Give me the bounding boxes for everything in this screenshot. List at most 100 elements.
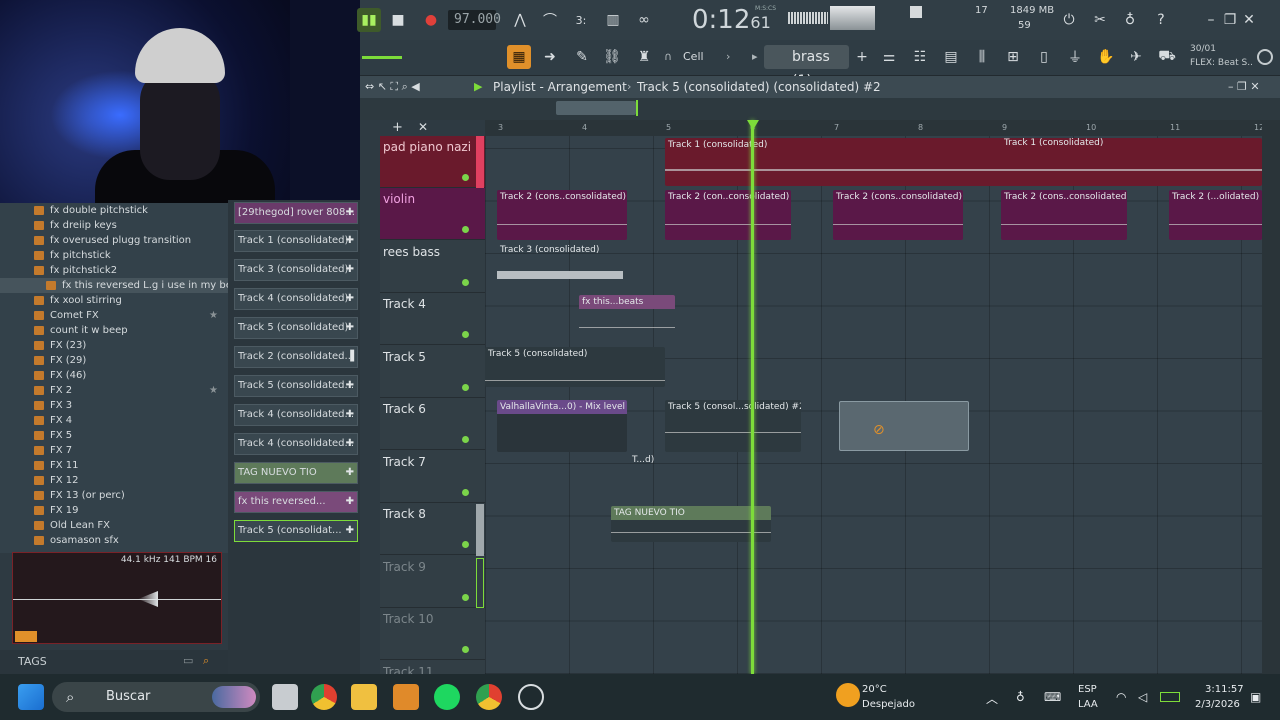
next-icon[interactable]: ➜ (538, 45, 562, 69)
browser-icon[interactable]: ⊞ (1001, 45, 1025, 69)
track-header[interactable]: Track 8 (380, 503, 485, 555)
track-enable-led[interactable] (462, 384, 469, 391)
brush-icon[interactable]: ✎ (570, 45, 594, 69)
keyboard-icon[interactable]: ⌨ (1044, 690, 1061, 704)
waveform-preview[interactable]: 44.1 kHz 141 BPM 16 (12, 552, 222, 644)
loop-record-icon[interactable]: ∞ (632, 8, 656, 32)
track-header[interactable]: rees bass (380, 241, 485, 293)
audio-clip[interactable]: Track 1 (consolidated) (665, 138, 1262, 186)
track-enable-led[interactable] (462, 594, 469, 601)
selection-box[interactable] (839, 401, 969, 451)
pattern-item[interactable]: Track 5 (consolidated... ✚ (234, 375, 358, 397)
audio-clip[interactable]: Track 2 (cons..consolidated) (1001, 190, 1127, 240)
flex-icon[interactable] (1257, 49, 1273, 65)
metronome-icon[interactable]: ⋀ (508, 8, 532, 32)
list-item[interactable]: FX 19 (0, 503, 228, 518)
snap-select[interactable]: Cell (683, 50, 704, 63)
add-icon[interactable]: ✚ (346, 289, 354, 309)
playlist-icon[interactable]: ▤ (939, 45, 963, 69)
preview-play-icon[interactable] (15, 631, 37, 642)
audio-clip[interactable]: Track 2 (...olidated) (1169, 190, 1262, 240)
track-header[interactable]: Track 5 (380, 346, 485, 398)
pattern-item[interactable]: Track 4 (consolidated... ✚ (234, 404, 358, 426)
language-secondary[interactable]: LAA (1078, 699, 1098, 710)
list-item[interactable]: FX 11 (0, 458, 228, 473)
track-header[interactable]: violin (380, 188, 485, 240)
pattern-item[interactable]: Track 3 (consolidated) ✚ (234, 259, 358, 281)
audio-clip[interactable]: TAG NUEVO TIO (611, 506, 771, 542)
list-item[interactable]: FX (46) (0, 368, 228, 383)
add-icon[interactable]: ✚ (346, 463, 354, 483)
battery-icon[interactable] (1160, 692, 1180, 702)
track-enable-led[interactable] (462, 174, 469, 181)
list-item[interactable]: Old Lean FX (0, 518, 228, 533)
playlist-view-icon[interactable]: ▦ (507, 45, 531, 69)
weather-icon[interactable] (836, 683, 860, 707)
chevron-up-icon[interactable]: ︿ (986, 690, 998, 707)
pattern-item[interactable]: fx this reversed... ✚ (234, 491, 358, 513)
pattern-item[interactable]: Track 1 (consolidated) ✚ (234, 230, 358, 252)
channel-rack-icon[interactable]: ⚌ (877, 45, 901, 69)
track-header[interactable]: Track 4 (380, 293, 485, 345)
playhead[interactable] (751, 120, 754, 674)
app-icon[interactable] (518, 684, 544, 710)
playlist-grid[interactable]: Track 1 (consolidated) Track 1 (consolid… (485, 136, 1262, 674)
close-icon[interactable]: ✕ (1237, 8, 1261, 32)
spotify-icon[interactable] (434, 684, 460, 710)
fl-studio-icon[interactable] (393, 684, 419, 710)
mic-icon[interactable]: ♁ (1118, 8, 1142, 32)
windows-start-icon[interactable] (18, 684, 44, 710)
search-icon[interactable]: ⌕ (203, 654, 209, 668)
pattern-item[interactable]: Track 4 (consolidated... ✚ (234, 433, 358, 455)
folder-icon[interactable] (351, 684, 377, 710)
track-enable-led[interactable] (462, 489, 469, 496)
clock-time[interactable]: 3:11:57 (1205, 684, 1244, 695)
automation-clip[interactable]: ValhallaVinta...0) - Mix level (497, 400, 627, 452)
flex-preset[interactable]: FLEX: Beat S.. (1190, 58, 1253, 68)
list-item[interactable]: fx pitchstick (0, 248, 228, 263)
stop-icon[interactable]: ■ (386, 8, 410, 32)
plugin-icon[interactable]: ⏚ (1063, 45, 1087, 69)
timeline-ruler[interactable]: 3 4 5 6 7 8 9 10 11 12 (485, 120, 1264, 136)
plugin-picker-icon[interactable]: ▯ (1032, 45, 1056, 69)
record-icon[interactable]: ● (419, 8, 443, 32)
language-primary[interactable]: ESP (1078, 684, 1097, 695)
add-icon[interactable]: ✚ (346, 231, 354, 251)
audio-clip[interactable]: Track 5 (consol...solidated) #2 (665, 400, 801, 452)
list-item[interactable]: FX 3 (0, 398, 228, 413)
snap-arrow-icon[interactable]: › (726, 50, 730, 63)
pattern-select[interactable]: brass (1) (764, 45, 849, 89)
touch-icon[interactable]: ✋ (1094, 45, 1118, 69)
playlist-tools-icon[interactable]: ⇔ ↖ ⛶ ⌕ ◀ (365, 80, 420, 94)
list-item[interactable]: Comet FX ★ (0, 308, 228, 323)
track-header[interactable]: Track 6 (380, 398, 485, 450)
track-header[interactable]: Track 10 (380, 608, 485, 660)
add-pattern-icon[interactable]: + (850, 45, 874, 69)
add-icon[interactable]: ✚ (346, 376, 354, 396)
list-item[interactable]: count it w beep (0, 323, 228, 338)
list-item[interactable]: FX 7 (0, 443, 228, 458)
list-item[interactable]: FX (23) (0, 338, 228, 353)
notification-icon[interactable]: ▣ (1250, 690, 1261, 704)
tools-icon[interactable]: ✂ (1088, 8, 1112, 32)
track-enable-led[interactable] (462, 226, 469, 233)
track-enable-led[interactable] (462, 541, 469, 548)
add-icon[interactable]: ✚ (346, 318, 354, 338)
help-icon[interactable]: ? (1149, 8, 1173, 32)
pattern-item[interactable]: Track 2 (consolidated... ▐ (234, 346, 358, 368)
list-item[interactable]: FX (29) (0, 353, 228, 368)
add-icon[interactable]: ✚ (346, 434, 354, 454)
audio-clip[interactable]: Track 2 (cons..consolidated) (833, 190, 963, 240)
pattern-item[interactable]: [29thegod] rover 808... ✚ (234, 202, 358, 224)
star-icon[interactable]: ★ (209, 383, 218, 398)
add-track-icon[interactable]: + (392, 120, 403, 135)
pattern-arrow-icon[interactable]: ▸ (752, 50, 758, 63)
list-item[interactable]: FX 13 (or perc) (0, 488, 228, 503)
list-item[interactable]: fx double pitchstick (0, 203, 228, 218)
mixer-icon[interactable]: ⫼ (970, 45, 994, 69)
cart-icon[interactable]: ⛟ (1155, 45, 1179, 69)
tags-bar[interactable]: TAGS (0, 650, 228, 674)
pattern-item[interactable]: TAG NUEVO TIO ✚ (234, 462, 358, 484)
add-icon[interactable]: ▐ (346, 347, 354, 367)
stamp-icon[interactable]: ♜ (632, 45, 656, 69)
